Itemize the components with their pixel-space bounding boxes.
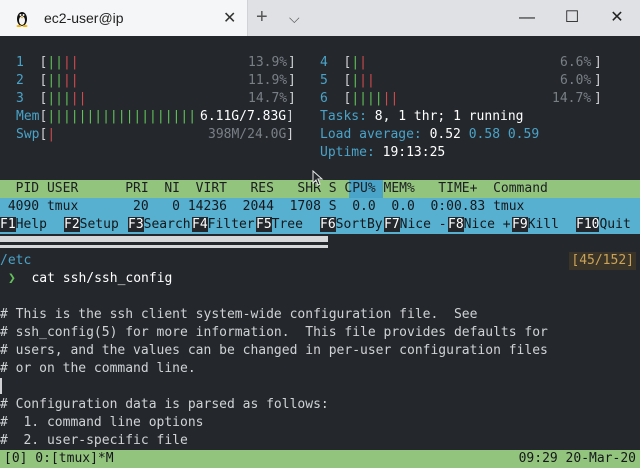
pane-divider[interactable] — [0, 236, 328, 242]
scroll-position-badge: [45/152] — [569, 252, 636, 270]
cpu-meter-3: 3 [||||| — [16, 91, 87, 106]
output-line: # or on the command line. — [0, 361, 196, 376]
maximize-button[interactable]: ☐ — [557, 6, 587, 30]
fkey-nice-plus[interactable]: F8Nice + — [448, 216, 511, 234]
function-key-bar: F1Help F2Setup F3Search F4Filter F5Tree … — [0, 216, 640, 234]
cpu-meter-6: 6 [|||||| — [320, 91, 399, 106]
output-line: # Configuration data is parsed as follow… — [0, 397, 329, 412]
output-line: # ssh_config(5) for more information. Th… — [0, 325, 548, 340]
cpu-meter-1: 1 [|||| — [16, 55, 79, 70]
load-average: Load average: 0.52 0.58 0.59 — [320, 127, 540, 142]
fkey-quit[interactable]: F10Quit — [576, 216, 631, 234]
fkey-help[interactable]: F1Help — [0, 216, 47, 234]
close-tab-icon[interactable]: ✕ — [223, 8, 236, 28]
cpu-3-percent: 14.7% — [248, 91, 288, 106]
output-line: # users, and the values can be changed i… — [0, 343, 548, 358]
cpu-meter-5: 5 [||| — [320, 73, 375, 88]
text-cursor — [0, 378, 2, 394]
tmux-status-bar: [0] 0:[tmux]*M 09:29 20-Mar-20 — [0, 450, 640, 468]
table-row[interactable]: 4090 tmux 20 0 14236 2044 1708 S 0.0 0.0… — [0, 198, 640, 216]
fkey-sortby[interactable]: F6SortBy — [320, 216, 383, 234]
terminal-area[interactable]: 1 [|||| 13.9% ] 2 [|||| 11.9% ] 3 [|||||… — [0, 36, 640, 468]
cpu-2-percent: 11.9% — [248, 73, 288, 88]
cpu-meter-2: 2 [|||| — [16, 73, 79, 88]
uptime: Uptime: 19:13:25 — [320, 145, 446, 160]
output-line: # 1. command line options — [0, 415, 204, 430]
fkey-search[interactable]: F3Search — [128, 216, 191, 234]
close-window-button[interactable]: ✕ — [602, 6, 632, 30]
cpu-4-percent: 6.6% — [560, 55, 592, 70]
swap-meter: Swp[| — [16, 127, 56, 142]
fkey-setup[interactable]: F2Setup — [64, 216, 119, 234]
tmux-clock: 09:29 20-Mar-20 — [518, 451, 636, 466]
current-directory: /etc — [0, 253, 32, 268]
shell-prompt: ❯ cat ssh/ssh_config — [8, 270, 172, 288]
mouse-pointer-icon — [312, 170, 324, 186]
cpu-meter-4: 4 [|| — [320, 55, 367, 70]
new-tab-button[interactable]: + — [256, 6, 268, 29]
chevron-down-icon[interactable]: ⌵ — [289, 10, 300, 27]
memory-meter: Mem[||||||||||||||||||| — [16, 109, 197, 124]
command-text: cat ssh/ssh_config — [31, 271, 173, 286]
tab-title: ec2-user@ip — [44, 10, 124, 26]
minimize-button[interactable]: — — [512, 6, 542, 30]
memory-value: 6.11G/7.83G] — [200, 109, 294, 124]
output-line: # This is the ssh client system-wide con… — [0, 307, 478, 322]
terminal-tab[interactable]: ec2-user@ip ✕ — [0, 0, 248, 36]
linux-penguin-icon — [16, 12, 28, 27]
prompt-chevron-icon: ❯ — [8, 271, 16, 286]
tmux-window-list[interactable]: [0] 0:[tmux]*M — [4, 450, 114, 468]
output-line: # 2. user-specific file — [0, 433, 188, 448]
fkey-filter[interactable]: F4Filter — [192, 216, 255, 234]
pane-divider-line — [0, 245, 328, 248]
title-bar: ec2-user@ip ✕ + ⌵ — ☐ ✕ — [0, 0, 640, 36]
fkey-kill[interactable]: F9Kill — [512, 216, 559, 234]
tasks-summary: Tasks: 8, 1 thr; 1 running — [320, 109, 524, 124]
swap-value: 398M/24.0G] — [208, 127, 295, 142]
fkey-nice-minus[interactable]: F7Nice - — [384, 216, 447, 234]
cpu-6-percent: 14.7% — [552, 91, 592, 106]
fkey-tree[interactable]: F5Tree — [256, 216, 303, 234]
cpu-5-percent: 6.0% — [560, 73, 592, 88]
cpu-1-percent: 13.9% — [248, 55, 288, 70]
